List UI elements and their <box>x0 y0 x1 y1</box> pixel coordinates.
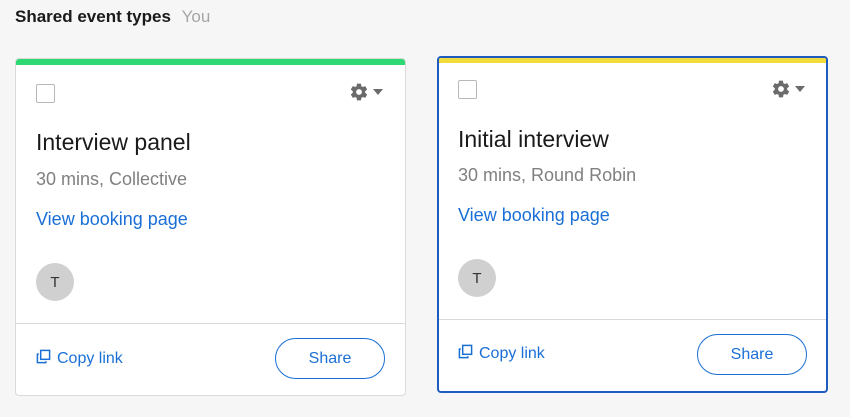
event-meta: 30 mins, Collective <box>36 169 188 189</box>
copy-link-button[interactable]: Copy link <box>36 349 123 369</box>
shared-event-types-page: Shared event types You Interview panel 3… <box>0 0 850 417</box>
settings-menu-button[interactable] <box>349 81 385 103</box>
view-booking-page-link[interactable]: View booking page <box>36 209 188 230</box>
section-owner: You <box>181 7 211 26</box>
gear-icon <box>771 79 791 99</box>
share-button[interactable]: Share <box>697 334 807 375</box>
event-color-bar <box>16 59 405 65</box>
copy-link-button[interactable]: Copy link <box>458 344 545 364</box>
share-button[interactable]: Share <box>275 338 385 379</box>
avatar: T <box>458 259 496 297</box>
card-footer: Copy link Share <box>439 319 826 391</box>
caret-down-icon <box>373 89 383 95</box>
section-heading: Shared event types You <box>15 7 210 27</box>
gear-icon <box>349 82 369 102</box>
event-meta: 30 mins, Round Robin <box>458 165 637 185</box>
event-name: Interview panel <box>36 129 191 155</box>
copy-icon <box>36 349 51 369</box>
section-title: Shared event types <box>15 7 171 26</box>
select-checkbox[interactable] <box>36 84 55 103</box>
settings-menu-button[interactable] <box>771 78 807 100</box>
copy-link-label: Copy link <box>479 345 545 362</box>
copy-icon <box>458 344 473 364</box>
copy-link-label: Copy link <box>57 350 123 367</box>
card-footer: Copy link Share <box>16 323 405 395</box>
event-type-card-selected: Initial interview 30 mins, Round Robin V… <box>437 56 828 393</box>
caret-down-icon <box>795 86 805 92</box>
avatar: T <box>36 263 74 301</box>
select-checkbox[interactable] <box>458 80 477 99</box>
view-booking-page-link[interactable]: View booking page <box>458 205 610 226</box>
event-name: Initial interview <box>458 126 609 152</box>
event-color-bar <box>439 58 826 63</box>
event-type-card: Interview panel 30 mins, Collective View… <box>15 58 406 396</box>
